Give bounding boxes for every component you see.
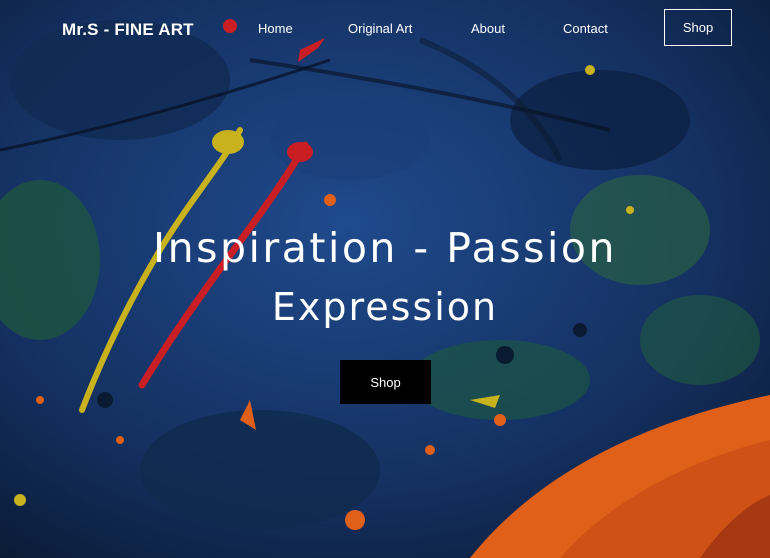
nav-shop-button[interactable]: Shop xyxy=(664,9,732,46)
hero-section: Mr.S - FINE ART Home Original Art About … xyxy=(0,0,770,558)
hero-background-painting xyxy=(0,0,770,558)
hero-shop-button[interactable]: Shop xyxy=(340,360,431,404)
hero-headline-line1: Inspiration - Passion xyxy=(153,224,617,272)
top-navigation: Mr.S - FINE ART Home Original Art About … xyxy=(0,0,770,58)
hero-headline-line2: Expression xyxy=(271,285,499,329)
brand-logo[interactable]: Mr.S - FINE ART xyxy=(62,20,194,40)
nav-link-contact[interactable]: Contact xyxy=(563,21,608,36)
nav-link-home[interactable]: Home xyxy=(258,21,293,36)
nav-link-about[interactable]: About xyxy=(471,21,505,36)
nav-link-original-art[interactable]: Original Art xyxy=(348,21,412,36)
